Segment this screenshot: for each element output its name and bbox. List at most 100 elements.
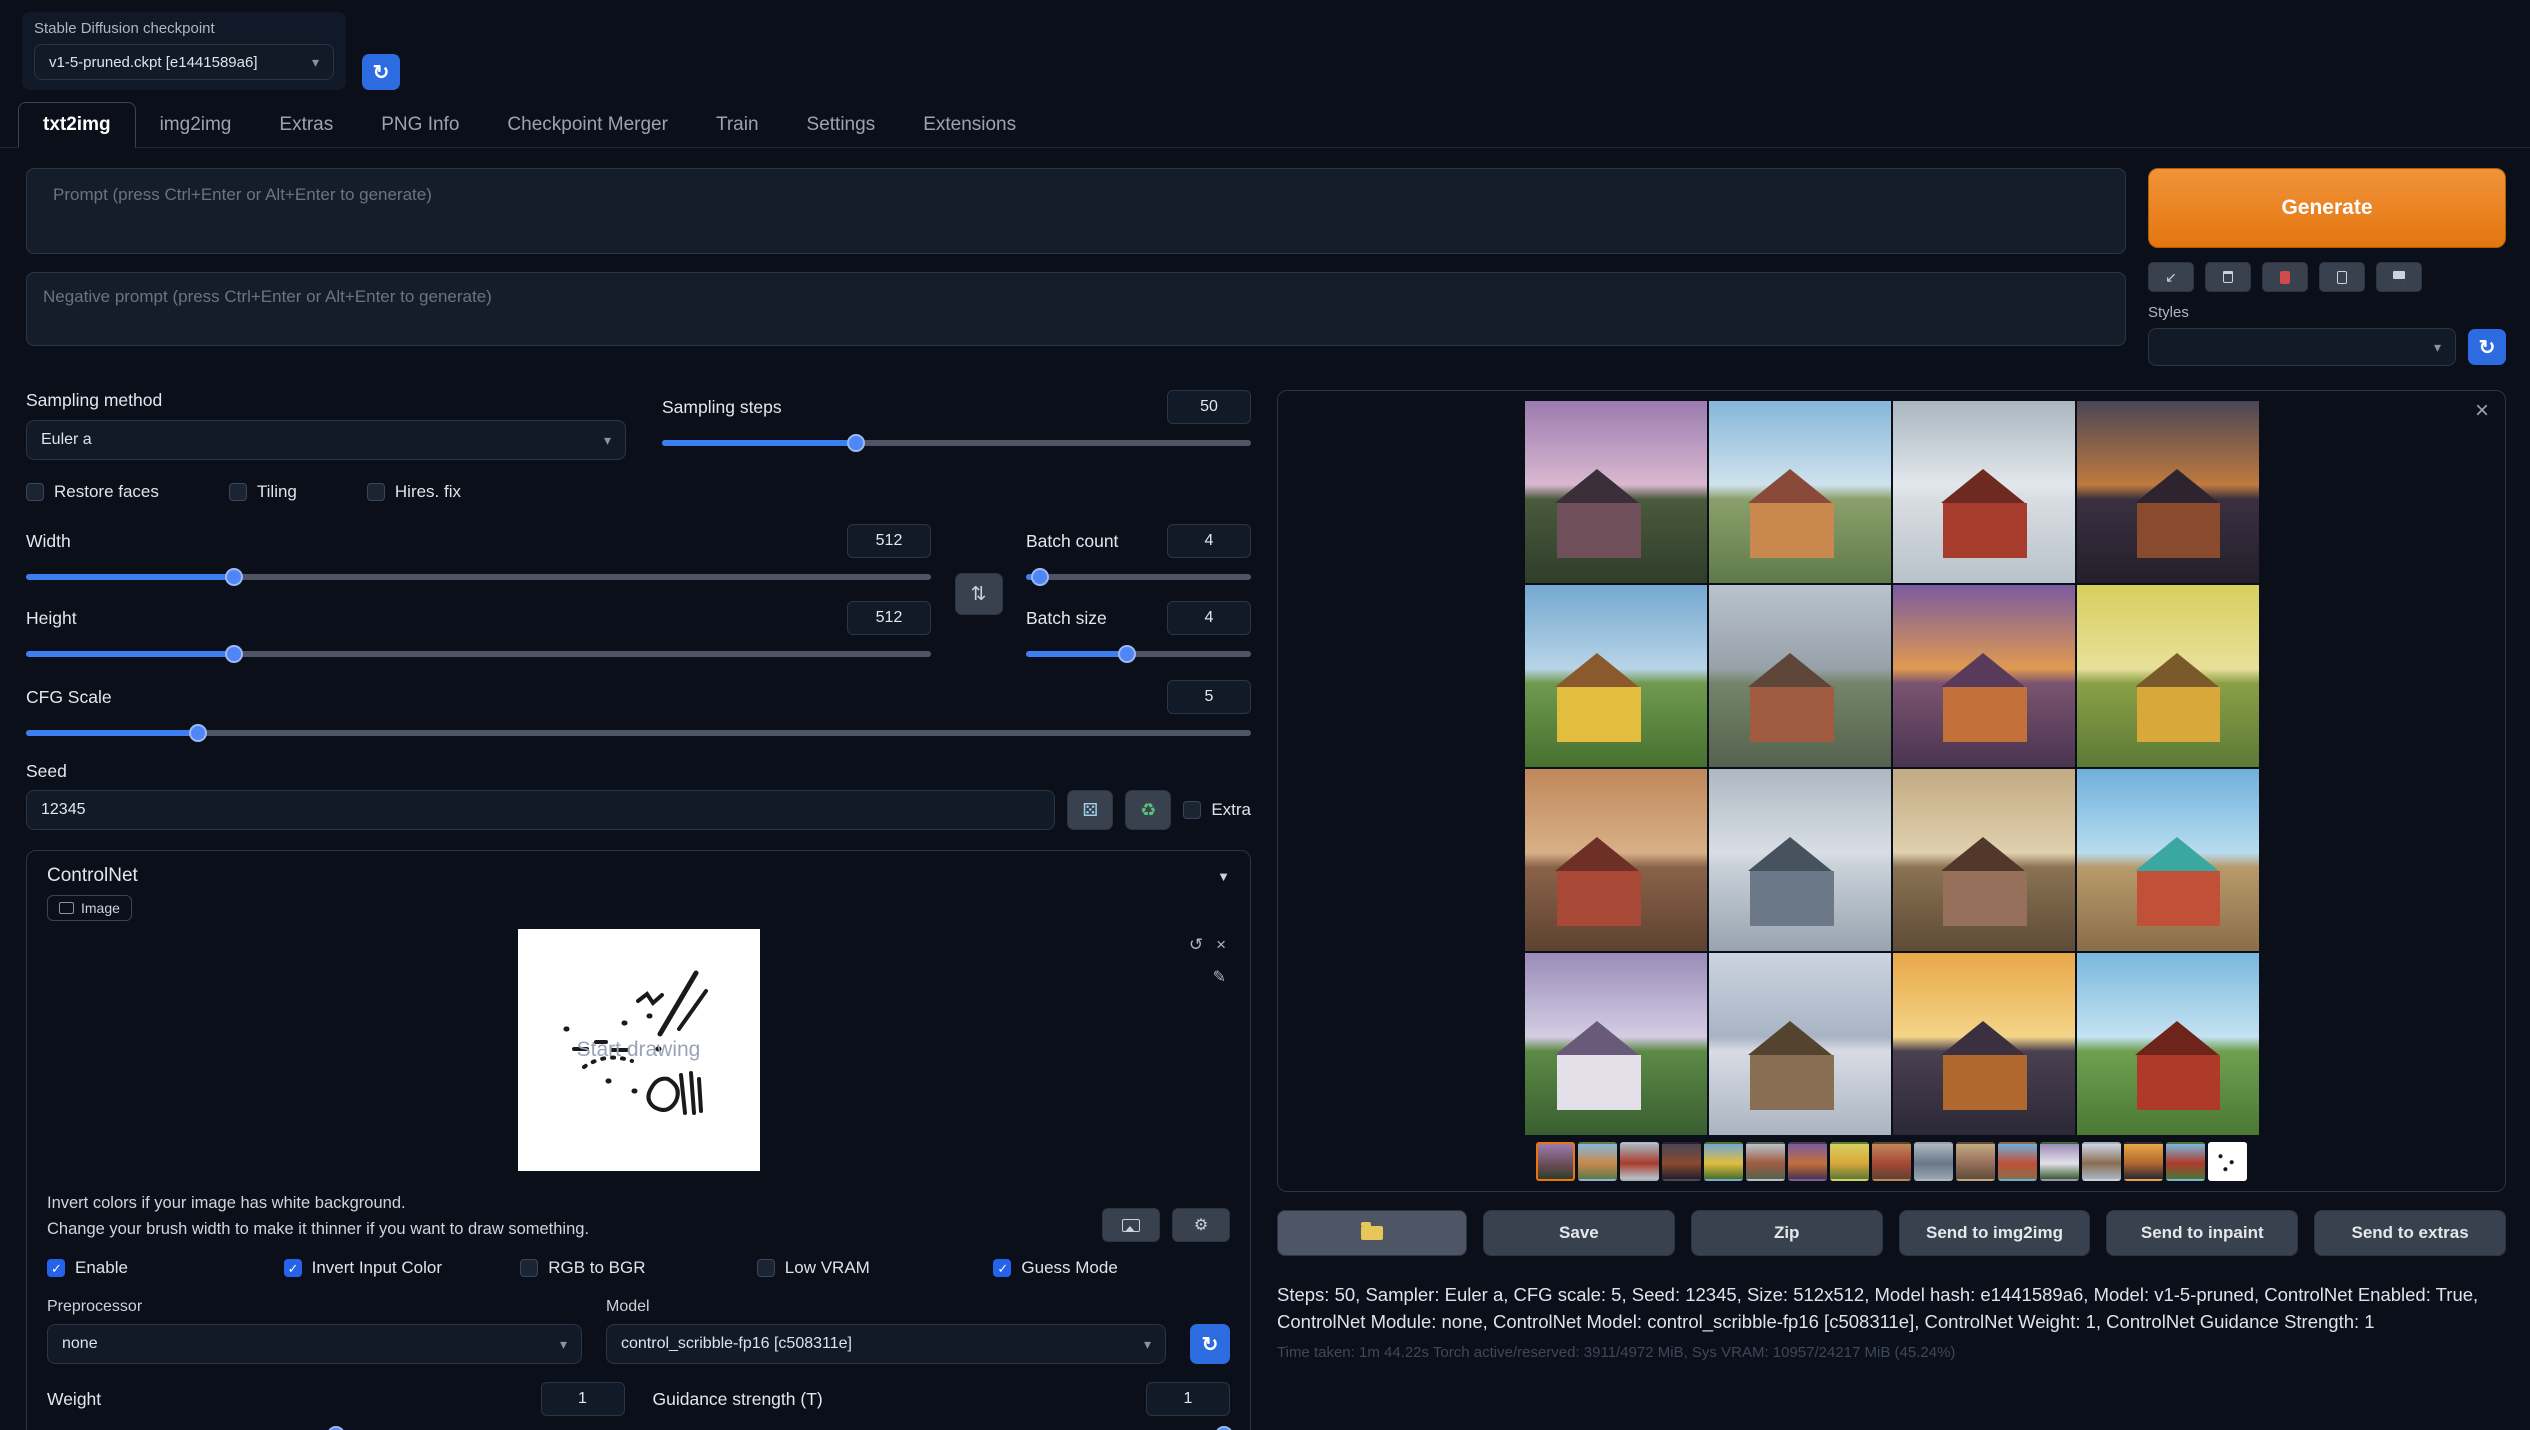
batch-count-value[interactable]: 4 (1167, 524, 1251, 558)
hires-fix-checkbox[interactable]: Hires. fix (367, 482, 461, 502)
tab-png-info[interactable]: PNG Info (357, 103, 483, 147)
gallery-image[interactable] (1709, 953, 1891, 1135)
gallery-image[interactable] (1709, 585, 1891, 767)
gallery-thumbnail[interactable] (1746, 1142, 1785, 1181)
weight-value[interactable]: 1 (541, 1382, 625, 1416)
tab-extensions[interactable]: Extensions (899, 103, 1040, 147)
send-to-inpaint-button[interactable]: Send to inpaint (2106, 1210, 2298, 1256)
gallery-image[interactable] (1893, 585, 2075, 767)
preprocessor-dropdown[interactable]: none ▾ (47, 1324, 582, 1364)
gallery-image[interactable] (2077, 401, 2259, 583)
refresh-styles-button[interactable]: ↻ (2468, 329, 2506, 365)
invert-input-color-checkbox[interactable]: Invert Input Color (284, 1258, 521, 1278)
controlnet-image-tab[interactable]: Image (47, 895, 132, 921)
clear-canvas-icon[interactable]: × (1216, 935, 1226, 955)
gallery-thumbnail[interactable] (2040, 1142, 2079, 1181)
width-slider[interactable] (26, 567, 931, 587)
tiling-checkbox[interactable]: Tiling (229, 482, 297, 502)
gallery-image[interactable] (1893, 769, 2075, 951)
gallery-image[interactable] (1525, 769, 1707, 951)
close-gallery-button[interactable]: × (2475, 399, 2489, 423)
batch-count-slider[interactable] (1026, 567, 1251, 587)
send-to-extras-button[interactable]: Send to extras (2314, 1210, 2506, 1256)
gallery-image[interactable] (2077, 769, 2259, 951)
gallery-thumbnail[interactable] (1536, 1142, 1575, 1181)
low-vram-checkbox[interactable]: Low VRAM (757, 1258, 994, 1278)
guidance-strength-slider[interactable] (653, 1425, 1231, 1430)
undo-icon[interactable]: ↺ (1189, 935, 1203, 955)
tab-img2img[interactable]: img2img (136, 103, 256, 147)
sampling-steps-value[interactable]: 50 (1167, 390, 1251, 424)
batch-size-slider[interactable] (1026, 644, 1251, 664)
gallery-image[interactable] (1525, 953, 1707, 1135)
restore-faces-checkbox[interactable]: Restore faces (26, 482, 159, 502)
controlnet-canvas[interactable]: Start drawing (518, 929, 760, 1171)
brush-icon[interactable]: ✎ (1213, 967, 1226, 987)
negative-prompt-input[interactable]: Negative prompt (press Ctrl+Enter or Alt… (26, 272, 2126, 346)
refresh-models-button[interactable]: ↻ (1190, 1324, 1230, 1364)
send-to-img2img-button[interactable]: Send to img2img (1899, 1210, 2091, 1256)
gallery-thumbnail[interactable] (1830, 1142, 1869, 1181)
apply-style-button[interactable] (2319, 262, 2365, 292)
styles-dropdown[interactable]: ▾ (2148, 328, 2456, 366)
seed-input[interactable]: 12345 (26, 790, 1055, 830)
gallery-image[interactable] (2077, 953, 2259, 1135)
gallery-thumbnail[interactable] (1788, 1142, 1827, 1181)
refresh-checkpoint-button[interactable]: ↻ (362, 54, 400, 90)
cfg-scale-slider[interactable] (26, 723, 1251, 743)
reuse-seed-button[interactable]: ♻ (1125, 790, 1171, 830)
random-seed-button[interactable]: ⚄ (1067, 790, 1113, 830)
gallery-image[interactable] (1709, 769, 1891, 951)
sampling-method-dropdown[interactable]: Euler a ▾ (26, 420, 626, 460)
height-slider[interactable] (26, 644, 931, 664)
guess-mode-checkbox[interactable]: Guess Mode (993, 1258, 1230, 1278)
extra-networks-button[interactable] (2262, 262, 2308, 292)
gallery-image[interactable] (1893, 953, 2075, 1135)
tab-txt2img[interactable]: txt2img (18, 102, 136, 148)
gallery-image[interactable] (1525, 585, 1707, 767)
cfg-scale-value[interactable]: 5 (1167, 680, 1251, 714)
gallery-thumbnail[interactable] (2208, 1142, 2247, 1181)
gallery-thumbnail[interactable] (1704, 1142, 1743, 1181)
paste-params-button[interactable]: ↙ (2148, 262, 2194, 292)
gallery-thumbnail[interactable] (1998, 1142, 2037, 1181)
controlnet-enable-checkbox[interactable]: Enable (47, 1258, 284, 1278)
sampling-steps-slider[interactable] (662, 433, 1251, 453)
tab-checkpoint-merger[interactable]: Checkpoint Merger (483, 103, 692, 147)
prompt-input[interactable]: Prompt (press Ctrl+Enter or Alt+Enter to… (26, 168, 2126, 254)
open-image-button[interactable] (1102, 1208, 1160, 1242)
open-output-folder-button[interactable] (1277, 1210, 1467, 1256)
generate-button[interactable]: Generate (2148, 168, 2506, 248)
gallery-thumbnail[interactable] (2082, 1142, 2121, 1181)
zip-button[interactable]: Zip (1691, 1210, 1883, 1256)
collapse-controlnet-icon[interactable]: ▼ (1217, 869, 1230, 884)
checkpoint-dropdown[interactable]: v1-5-pruned.ckpt [e1441589a6] ▾ (34, 44, 334, 80)
tab-settings[interactable]: Settings (783, 103, 900, 147)
gallery-thumbnail[interactable] (1956, 1142, 1995, 1181)
batch-size-value[interactable]: 4 (1167, 601, 1251, 635)
gallery-thumbnail[interactable] (1620, 1142, 1659, 1181)
rgb-to-bgr-checkbox[interactable]: RGB to BGR (520, 1258, 757, 1278)
gallery-thumbnail[interactable] (1578, 1142, 1617, 1181)
weight-slider[interactable] (47, 1425, 625, 1430)
gallery-thumbnail[interactable] (2166, 1142, 2205, 1181)
gallery-thumbnail[interactable] (2124, 1142, 2163, 1181)
swap-width-height-button[interactable]: ⇅ (955, 573, 1003, 615)
gallery-image[interactable] (1525, 401, 1707, 583)
height-value[interactable]: 512 (847, 601, 931, 635)
gallery-thumbnail[interactable] (1662, 1142, 1701, 1181)
gallery-image[interactable] (1709, 401, 1891, 583)
save-style-button[interactable] (2376, 262, 2422, 292)
guidance-strength-value[interactable]: 1 (1146, 1382, 1230, 1416)
gallery-image[interactable] (1893, 401, 2075, 583)
tab-train[interactable]: Train (692, 103, 783, 147)
save-button[interactable]: Save (1483, 1210, 1675, 1256)
width-value[interactable]: 512 (847, 524, 931, 558)
gallery-image[interactable] (2077, 585, 2259, 767)
controlnet-model-dropdown[interactable]: control_scribble-fp16 [c508311e] ▾ (606, 1324, 1166, 1364)
gallery-thumbnail[interactable] (1914, 1142, 1953, 1181)
tab-extras[interactable]: Extras (255, 103, 357, 147)
gallery-thumbnail[interactable] (1872, 1142, 1911, 1181)
brush-settings-button[interactable]: ⚙ (1172, 1208, 1230, 1242)
clear-prompt-button[interactable] (2205, 262, 2251, 292)
